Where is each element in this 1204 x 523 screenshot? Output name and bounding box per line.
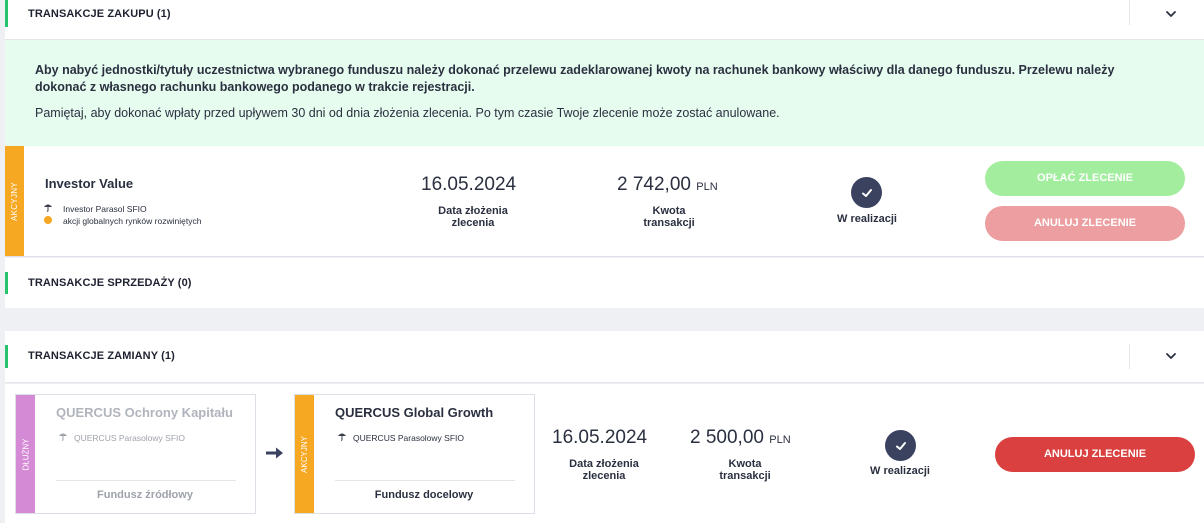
cancel-order-button[interactable]: ANULUJ ZLECENIE [985,206,1185,241]
sale-section-title: TRANSAKCJE SPRZEDAŻY (0) [28,277,192,289]
card-divider [335,480,515,481]
umbrella-icon [59,433,67,441]
target-fund-name: QUERCUS Global Growth [335,405,494,420]
target-fund-card: AKCYJNY QUERCUS Global Growth QUERCUS Pa… [294,394,535,514]
header-divider [1129,0,1130,25]
chevron-down-icon[interactable] [1165,350,1177,362]
fund-name: Investor Value [45,176,134,191]
currency-label: PLN [769,434,791,446]
arrow-right-icon [266,447,283,459]
switch-order-row: DŁUŻNY QUERCUS Ochrony Kapitału QUERCUS … [5,384,1204,523]
amount-value: 2 742,00 [617,174,691,195]
purchase-order-row: AKCYJNY Investor Value Investor Parasol … [5,146,1204,257]
switch-order-amount-label: Kwota transakcji [719,458,771,482]
orange-dot-icon [44,216,52,224]
banner-deadline-note: Pamiętaj, aby dokonać wpłaty przed upływ… [35,106,780,120]
fund-type-label: DŁUŻNY [21,437,31,471]
payment-info-banner: Aby nabyć jednostki/tytuły uczestnictwa … [5,40,1204,146]
switch-order-date: 16.05.2024 [552,427,648,448]
switch-section-title: TRANSAKCJE ZAMIANY (1) [28,350,175,362]
check-circle-icon [885,430,916,461]
amount-value: 2 500,00 [690,427,764,448]
fund-type-label: AKCYJNY [10,181,19,221]
umbrella-icon [44,204,52,212]
source-fund-company: QUERCUS Parasolowy SFIO [74,433,185,443]
source-fund-name: QUERCUS Ochrony Kapitału [56,405,233,420]
fund-type-tag: AKCYJNY [295,395,314,513]
sale-section-header[interactable]: TRANSAKCJE SPRZEDAŻY (0) [5,258,1204,308]
switch-order-status: W realizacji [870,465,930,477]
switch-order-amount: 2 500,00 PLN [690,427,791,449]
fund-type-tag: DŁUŻNY [16,395,35,513]
card-divider [56,480,236,481]
pay-order-button[interactable]: OPŁAĆ ZLECENIE [985,161,1185,196]
target-fund-company: QUERCUS Parasolowy SFIO [353,433,464,443]
section-accent-bar [5,345,8,368]
check-circle-icon [851,177,882,208]
purchase-section-title: TRANSAKCJE ZAKUPU (1) [28,8,171,20]
header-divider [1129,344,1130,369]
purchase-section-header[interactable]: TRANSAKCJE ZAKUPU (1) [5,0,1204,40]
switch-order-date-label: Data złożenia zlecenia [569,458,639,482]
cancel-switch-order-button[interactable]: ANULUJ ZLECENIE [995,437,1195,472]
banner-transfer-instructions: Aby nabyć jednostki/tytuły uczestnictwa … [35,63,1115,94]
fund-type-label: AKCYJNY [300,435,309,473]
chevron-down-icon[interactable] [1165,8,1177,20]
fund-category: akcji globalnych rynków rozwiniętych [63,216,202,226]
switch-section-header[interactable]: TRANSAKCJE ZAMIANY (1) [5,331,1204,383]
fund-type-tag: AKCYJNY [5,146,24,256]
umbrella-icon [338,433,346,441]
order-date-label: Data złożenia zlecenia [438,205,508,229]
fund-company: Investor Parasol SFIO [63,204,147,214]
order-status: W realizacji [837,213,897,225]
section-accent-bar [5,0,8,27]
order-date: 16.05.2024 [421,174,517,195]
target-fund-footer: Fundusz docelowy [374,489,474,501]
currency-label: PLN [696,181,718,193]
source-fund-footer: Fundusz źródłowy [97,489,193,501]
source-fund-card: DŁUŻNY QUERCUS Ochrony Kapitału QUERCUS … [15,394,256,514]
section-accent-bar [5,272,8,294]
order-amount-label: Kwota transakcji [643,205,695,229]
order-amount: 2 742,00 PLN [617,174,718,196]
